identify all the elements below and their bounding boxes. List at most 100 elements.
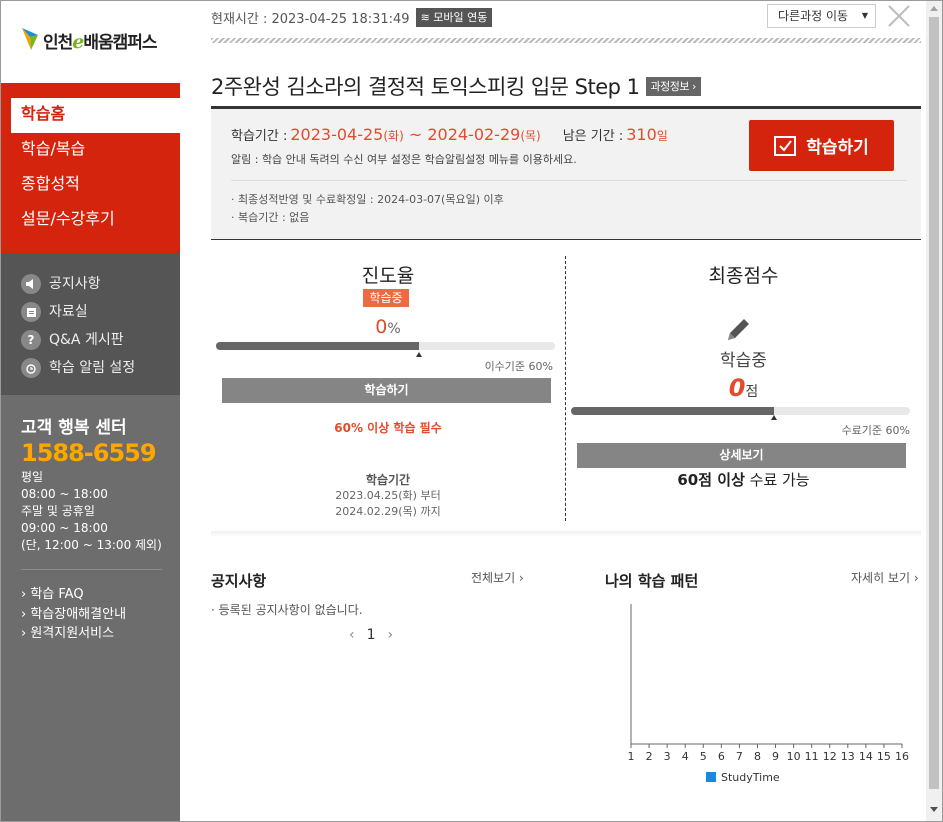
progress-must-note: 60% 이상 학습 필수 [334,421,442,435]
topbar: 현재시간 : 2023-04-25 18:31:49 ≋ 모바일 연동 [211,8,493,27]
main-content: 현재시간 : 2023-04-25 18:31:49 ≋ 모바일 연동 다른과정… [181,1,926,821]
sidebar: 인천e배움캠퍼스 학습홈 학습/복습 종합성적 설문/수강후기 공지사항 자료실… [1,1,180,821]
score-bar [571,407,910,415]
progress-title: 진도율 [361,265,415,287]
progress-period-info: 학습기간 2023.04.25(화) 부터 2024.02.29(목) 까지 [335,473,441,518]
progress-bar-fill [216,342,420,350]
support-title: 고객 행복 센터 [21,418,127,438]
menu-item-total-grade[interactable]: 종합성적 [1,168,180,203]
folder-icon [21,302,41,322]
chart-tick-label: 16 [895,750,909,763]
menu-item-study-review[interactable]: 학습/복습 [1,133,180,168]
course-title: 2주완성 김소라의 결정적 토익스피킹 입문 Step 1 과정정보 › [211,71,701,101]
progress-study-button[interactable]: 학습하기 [222,378,551,403]
chart-tick-label: 7 [736,750,743,763]
status-badge: 학습중 [363,289,409,307]
alarm-notice: 알림 : 학습 안내 독려의 수신 여부 설정은 학습알림설정 메뉴를 이용하세… [231,153,577,166]
chart-tick-label: 8 [754,750,761,763]
course-info-button[interactable]: 과정정보 › [645,76,701,96]
progress-value: 0% [375,316,401,338]
customer-center: 고객 행복 센터 1588-6559 평일 08:00 ~ 18:00 주말 및… [1,395,180,821]
scroll-thumb[interactable] [929,17,939,789]
sub-menu: 공지사항 자료실 ? Q&A 게시판 학습 알림 설정 [1,253,180,395]
question-icon: ? [21,330,41,350]
chevron-left-icon[interactable]: ‹ [349,627,355,643]
sub-item-notice[interactable]: 공지사항 [1,270,180,298]
link-trouble-guide[interactable]: 학습장애해결안내 [21,605,160,625]
info-meta: · 최종성적반영 및 수료확정일 : 2024-03-07(목요일) 이후 · … [231,193,504,224]
support-phone: 1588-6559 [21,439,157,467]
chart-tick-label: 3 [664,750,671,763]
chevron-right-icon[interactable]: › [388,627,394,643]
check-board-icon [774,135,797,156]
current-time: 현재시간 : 2023-04-25 18:31:49 [211,12,410,27]
link-study-faq[interactable]: 학습 FAQ [21,585,160,605]
pattern-detail-link[interactable]: 자세히 보기 › [851,569,919,586]
chart-tick-label: 10 [787,750,801,763]
menu-item-study-home[interactable]: 학습홈 [11,98,180,133]
chart-tick-label: 4 [682,750,689,763]
hatch-divider [211,38,921,43]
chart-tick-label: 12 [823,750,837,763]
progress-bar [216,342,555,350]
mobile-link-button[interactable]: ≋ 모바일 연동 [415,8,493,27]
criteria-marker [771,415,778,420]
chart-tick-label: 9 [772,750,779,763]
progress-panel: 진도율 학습중 0% 이수기준 60% 학습하기 60% 이상 학습 필수 학습… [211,256,566,521]
score-pass-note: 60점 이상 수료 가능 [677,471,810,489]
chart-tick-label: 14 [859,750,873,763]
score-status: 학습중 [720,351,767,371]
progress-criteria: 이수기준 60% [484,360,553,373]
sub-item-qna[interactable]: ? Q&A 게시판 [1,326,180,354]
sub-item-archive[interactable]: 자료실 [1,298,180,326]
score-panel: 최종점수 학습중 0점 수료기준 60% 상세보기 60점 이상 수료 가능 [566,256,921,521]
remain-value: 310 [626,125,657,144]
sub-item-label: 학습 알림 설정 [49,360,136,376]
menu-item-survey-review[interactable]: 설문/수강후기 [1,203,180,238]
sub-item-label: 자료실 [49,304,88,320]
chart-tick-label: 6 [718,750,725,763]
notice-empty-message: · 등록된 공지사항이 없습니다. [211,603,363,617]
chart-tick-label: 11 [805,750,819,763]
chart-tick-label: 13 [841,750,855,763]
alarm-clock-icon [21,358,41,378]
page-number[interactable]: 1 [367,627,376,643]
pattern-section-title: 나의 학습 패턴 [605,572,699,590]
score-title: 최종점수 [708,265,779,287]
chart-tick-label: 1 [628,750,635,763]
notice-view-all-link[interactable]: 전체보기 › [471,569,524,586]
scroll-up-icon[interactable] [930,6,938,11]
notice-section-title: 공지사항 [211,572,267,590]
sub-item-label: 공지사항 [49,276,101,292]
wifi-icon: ≋ [420,11,434,24]
divider [21,569,162,570]
score-detail-button[interactable]: 상세보기 [577,443,906,468]
scroll-down-icon[interactable] [930,807,938,812]
sub-item-alarm-setting[interactable]: 학습 알림 설정 [1,354,180,382]
start-study-button[interactable]: 학습하기 [749,120,894,171]
study-pattern-chart: 1 2 3 4 5 6 7 8 9 10 11 12 13 14 15 16StudyTime [628,604,909,784]
logo-mark-icon [22,28,38,50]
close-icon[interactable] [887,4,911,28]
pencil-icon [728,319,749,340]
chart-tick-label: 15 [877,750,891,763]
legend-label: StudyTime [721,771,780,784]
sub-item-label: Q&A 게시판 [49,332,124,348]
chart-tick-label: 5 [700,750,707,763]
vertical-scrollbar[interactable] [926,1,942,821]
score-criteria: 수료기준 60% [841,424,910,437]
support-hours: 평일 08:00 ~ 18:00 주말 및 공휴일 09:00 ~ 18:00 … [21,470,162,552]
chevron-down-icon: ▼ [861,11,868,20]
speaker-icon [21,274,41,294]
score-bar-fill [571,407,775,415]
divider [211,531,921,537]
chart-tick-label: 2 [646,750,653,763]
notice-pager: ‹ 1 › [349,627,393,643]
link-remote-support[interactable]: 원격지원서비스 [21,624,160,644]
logo-text: 인천e배움캠퍼스 [43,31,158,53]
logo[interactable]: 인천e배움캠퍼스 [1,1,180,83]
criteria-marker [416,352,423,357]
divider [231,180,907,181]
other-course-select[interactable]: 다른과정 이동 ▼ [767,4,876,28]
study-period: 학습기간 : 2023-04-25 (화) ~ 2024-02-29 (목) 남… [231,125,668,144]
